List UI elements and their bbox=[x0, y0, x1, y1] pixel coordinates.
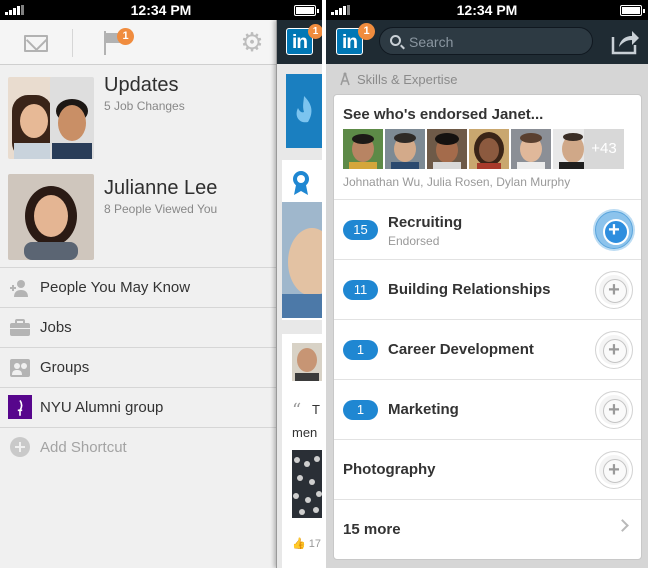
profile-subtitle: 8 People Viewed You bbox=[104, 202, 218, 216]
plus-icon: + bbox=[608, 279, 620, 301]
updates-row[interactable]: Updates 5 Job Changes bbox=[0, 65, 276, 167]
menu-item-add-shortcut[interactable]: Add Shortcut bbox=[0, 428, 276, 468]
status-bar: 12:34 PM bbox=[326, 0, 648, 20]
plus-icon: + bbox=[608, 339, 620, 361]
compass-icon bbox=[340, 72, 350, 86]
skill-name: Recruiting bbox=[388, 214, 463, 231]
menu-item-label: Add Shortcut bbox=[40, 439, 127, 456]
skill-name: Building Relationships bbox=[388, 281, 551, 298]
divider bbox=[72, 29, 73, 57]
plus-icon: + bbox=[608, 399, 620, 421]
endorsement-count: 11 bbox=[343, 280, 378, 300]
avatar[interactable] bbox=[469, 129, 509, 169]
skill-row-photography[interactable]: Photography + bbox=[334, 439, 641, 499]
menu-item-label: People You May Know bbox=[40, 279, 191, 296]
skill-name: Career Development bbox=[388, 341, 534, 358]
add-icon bbox=[10, 437, 30, 457]
status-time: 12:34 PM bbox=[456, 2, 518, 18]
endorse-button[interactable]: + bbox=[595, 391, 633, 429]
avatar[interactable] bbox=[427, 129, 467, 169]
search-placeholder: Search bbox=[409, 34, 454, 50]
main-view-peek[interactable]: in 1 “ T men 👍 17 bbox=[276, 20, 322, 568]
menu-item-label: Jobs bbox=[40, 319, 72, 336]
like-icon[interactable]: 👍 17 bbox=[292, 537, 321, 550]
left-top-bar: 1 bbox=[0, 20, 276, 65]
endorse-button[interactable]: + bbox=[595, 451, 633, 489]
avatar[interactable] bbox=[511, 129, 551, 169]
top-nav-bar: in 1 Search bbox=[326, 20, 648, 64]
nyu-logo bbox=[8, 395, 32, 419]
endorsement-count: 15 bbox=[343, 220, 378, 240]
skill-row-marketing[interactable]: 1 Marketing + bbox=[334, 379, 641, 439]
skills-card: See who's endorsed Janet... +43 Johnatha… bbox=[333, 94, 642, 560]
profile-row[interactable]: Julianne Lee 8 People Viewed You bbox=[0, 166, 276, 268]
endorse-button[interactable]: + bbox=[595, 211, 633, 249]
avatar[interactable] bbox=[385, 129, 425, 169]
peek-badge: 1 bbox=[308, 24, 322, 39]
section-title: Skills & Expertise bbox=[357, 72, 458, 87]
search-icon bbox=[390, 35, 401, 46]
battery-icon bbox=[620, 5, 645, 16]
avatar bbox=[8, 77, 52, 159]
right-phone-screen: 12:34 PM in 1 Search Skills & Expertise … bbox=[326, 0, 648, 568]
skill-row-recruiting[interactable]: 15 Recruiting Endorsed + bbox=[334, 199, 641, 259]
skill-name: Photography bbox=[343, 461, 436, 478]
plus-icon: + bbox=[608, 459, 620, 481]
battery-icon bbox=[294, 5, 319, 16]
peek-banner-image bbox=[286, 74, 322, 148]
notification-badge: 1 bbox=[358, 23, 375, 40]
more-skills-label: 15 more bbox=[343, 521, 401, 538]
groups-icon bbox=[10, 359, 30, 377]
updates-title: Updates bbox=[104, 74, 179, 96]
ribbon-icon bbox=[293, 171, 309, 195]
gear-icon[interactable]: ⚙ bbox=[240, 29, 264, 55]
skill-row-career-development[interactable]: 1 Career Development + bbox=[334, 319, 641, 379]
menu-item-label: Groups bbox=[40, 359, 90, 376]
status-bar: 12:34 PM bbox=[0, 0, 322, 20]
skill-row-building-relationships[interactable]: 11 Building Relationships + bbox=[334, 259, 641, 319]
status-time: 12:34 PM bbox=[130, 2, 192, 18]
avatar bbox=[292, 343, 322, 381]
more-endorsers-badge[interactable]: +43 bbox=[584, 129, 624, 169]
section-header: Skills & Expertise bbox=[326, 64, 648, 94]
endorsements-title[interactable]: See who's endorsed Janet... bbox=[343, 106, 543, 123]
avatar bbox=[50, 77, 94, 159]
endorsement-count: 1 bbox=[343, 400, 378, 420]
notification-badge: 1 bbox=[117, 28, 134, 45]
peek-crowd-image bbox=[292, 450, 322, 518]
plus-icon: + bbox=[608, 219, 620, 241]
left-phone-screen: 12:34 PM 1 ⚙ Updates 5 Job Changes Julia… bbox=[0, 0, 322, 568]
search-input[interactable]: Search bbox=[379, 27, 593, 55]
profile-name: Julianne Lee bbox=[104, 177, 218, 199]
skill-name: Marketing bbox=[388, 401, 459, 418]
mail-icon[interactable] bbox=[24, 35, 48, 52]
endorse-button[interactable]: + bbox=[595, 271, 633, 309]
share-icon[interactable] bbox=[610, 27, 640, 55]
skill-status: Endorsed bbox=[388, 234, 440, 248]
menu-item-nyu-alumni-group[interactable]: NYU Alumni group bbox=[0, 388, 276, 428]
more-skills-row[interactable]: 15 more bbox=[334, 499, 641, 559]
menu-item-people-you-may-know[interactable]: People You May Know bbox=[0, 268, 276, 308]
avatar[interactable] bbox=[343, 129, 383, 169]
peek-photo bbox=[282, 202, 322, 318]
people-icon bbox=[10, 280, 28, 297]
menu-item-jobs[interactable]: Jobs bbox=[0, 308, 276, 348]
profile-photo bbox=[8, 174, 94, 260]
endorsement-count: 1 bbox=[343, 340, 378, 360]
briefcase-icon bbox=[10, 319, 30, 336]
endorse-button[interactable]: + bbox=[595, 331, 633, 369]
quote-icon: “ bbox=[292, 400, 302, 421]
menu-item-label: NYU Alumni group bbox=[40, 399, 164, 416]
updates-subtitle: 5 Job Changes bbox=[104, 99, 185, 113]
endorser-names: Johnathan Wu, Julia Rosen, Dylan Murphy bbox=[343, 175, 571, 189]
menu-item-groups[interactable]: Groups bbox=[0, 348, 276, 388]
chevron-right-icon bbox=[616, 519, 629, 532]
